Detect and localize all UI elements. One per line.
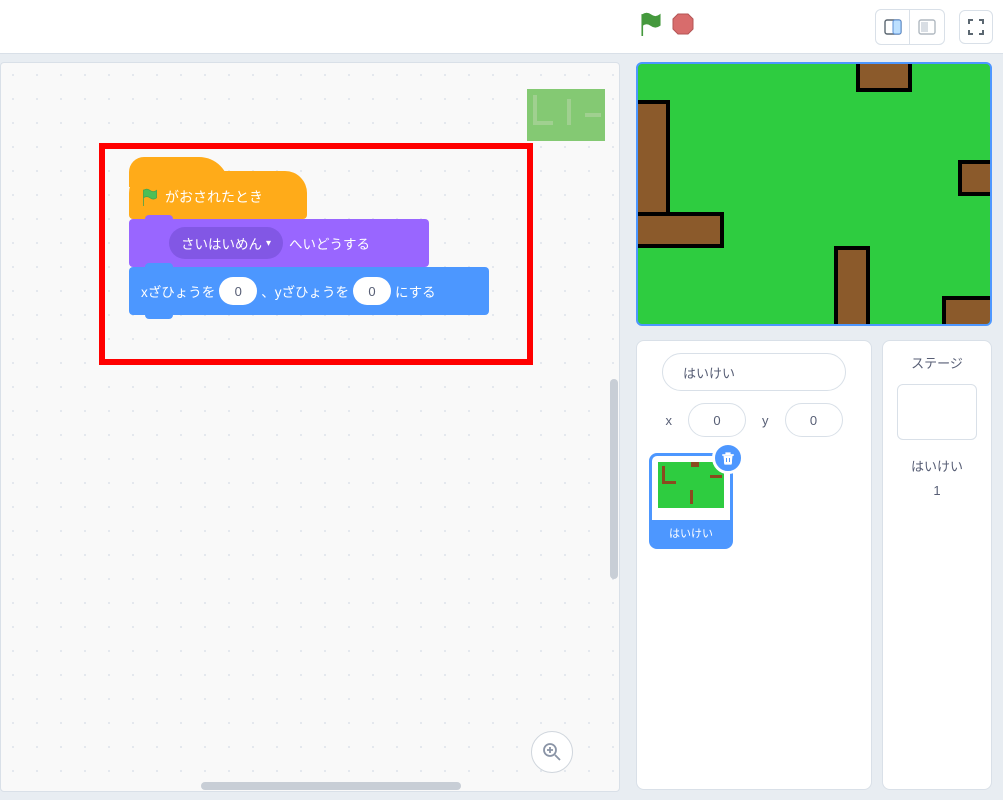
stage-thumbnail[interactable] <box>897 384 977 440</box>
top-bar <box>0 0 1003 54</box>
sprite-name-field[interactable]: はいけい <box>662 353 846 391</box>
x-value: 0 <box>713 413 720 428</box>
view-mode-controls <box>875 9 945 45</box>
dropdown-value: さいはいめん <box>181 233 262 253</box>
coord-row: x 0 y 0 <box>649 403 859 437</box>
scrollbar-horizontal[interactable] <box>1 781 619 791</box>
flag-icon <box>141 188 159 206</box>
zoom-in-button[interactable] <box>531 731 573 773</box>
delete-sprite-button[interactable] <box>712 442 744 474</box>
stop-button[interactable] <box>672 13 694 40</box>
backdrop-label: はいけい <box>895 456 979 475</box>
block-stack[interactable]: がおされたとき さいはいめん ▾ へいどうする xざひょうを 0 、yざひょうを… <box>129 171 489 315</box>
backdrop-count: 1 <box>895 483 979 498</box>
chevron-down-icon: ▾ <box>266 238 271 249</box>
workspace-canvas[interactable]: がおされたとき さいはいめん ▾ へいどうする xざひょうを 0 、yざひょうを… <box>1 63 619 791</box>
x-label: x <box>666 413 673 428</box>
y-value: 0 <box>810 413 817 428</box>
blue-x-label: xざひょうを <box>141 281 215 301</box>
sprite-watermark <box>527 89 605 141</box>
y-label: y <box>762 413 769 428</box>
scrollbar-vertical[interactable] <box>609 63 619 791</box>
sprite-thumbnail <box>658 462 724 508</box>
large-stage-button[interactable] <box>910 10 944 44</box>
y-field[interactable]: 0 <box>785 403 843 437</box>
y-input[interactable]: 0 <box>353 277 391 305</box>
event-hat-block[interactable]: がおされたとき <box>129 171 307 219</box>
hat-label: がおされたとき <box>165 187 263 207</box>
small-stage-button[interactable] <box>876 10 910 44</box>
trash-icon <box>721 451 735 465</box>
sprite-name-value: はいけい <box>683 363 735 382</box>
green-flag-button[interactable] <box>640 12 662 41</box>
blue-mid: 、yざひょうを <box>261 281 349 301</box>
scripts-workspace: がおされたとき さいはいめん ▾ へいどうする xざひょうを 0 、yざひょうを… <box>0 62 620 792</box>
fullscreen-button[interactable] <box>959 10 993 44</box>
layer-dropdown[interactable]: さいはいめん ▾ <box>169 227 283 259</box>
blue-suffix: にする <box>395 281 436 301</box>
purple-suffix: へいどうする <box>289 233 370 253</box>
sprite-card-label: はいけい <box>652 520 730 546</box>
stage-panel: ステージ はいけい 1 <box>882 340 992 790</box>
sprite-panel: はいけい x 0 y 0 はいけい <box>636 340 872 790</box>
sprite-card[interactable]: はいけい <box>649 453 733 549</box>
looks-layer-block[interactable]: さいはいめん ▾ へいどうする <box>129 219 429 267</box>
x-input[interactable]: 0 <box>219 277 257 305</box>
x-field[interactable]: 0 <box>688 403 746 437</box>
motion-goto-block[interactable]: xざひょうを 0 、yざひょうを 0 にする <box>129 267 489 315</box>
stage-preview[interactable] <box>636 62 992 326</box>
stage-panel-title: ステージ <box>895 353 979 372</box>
